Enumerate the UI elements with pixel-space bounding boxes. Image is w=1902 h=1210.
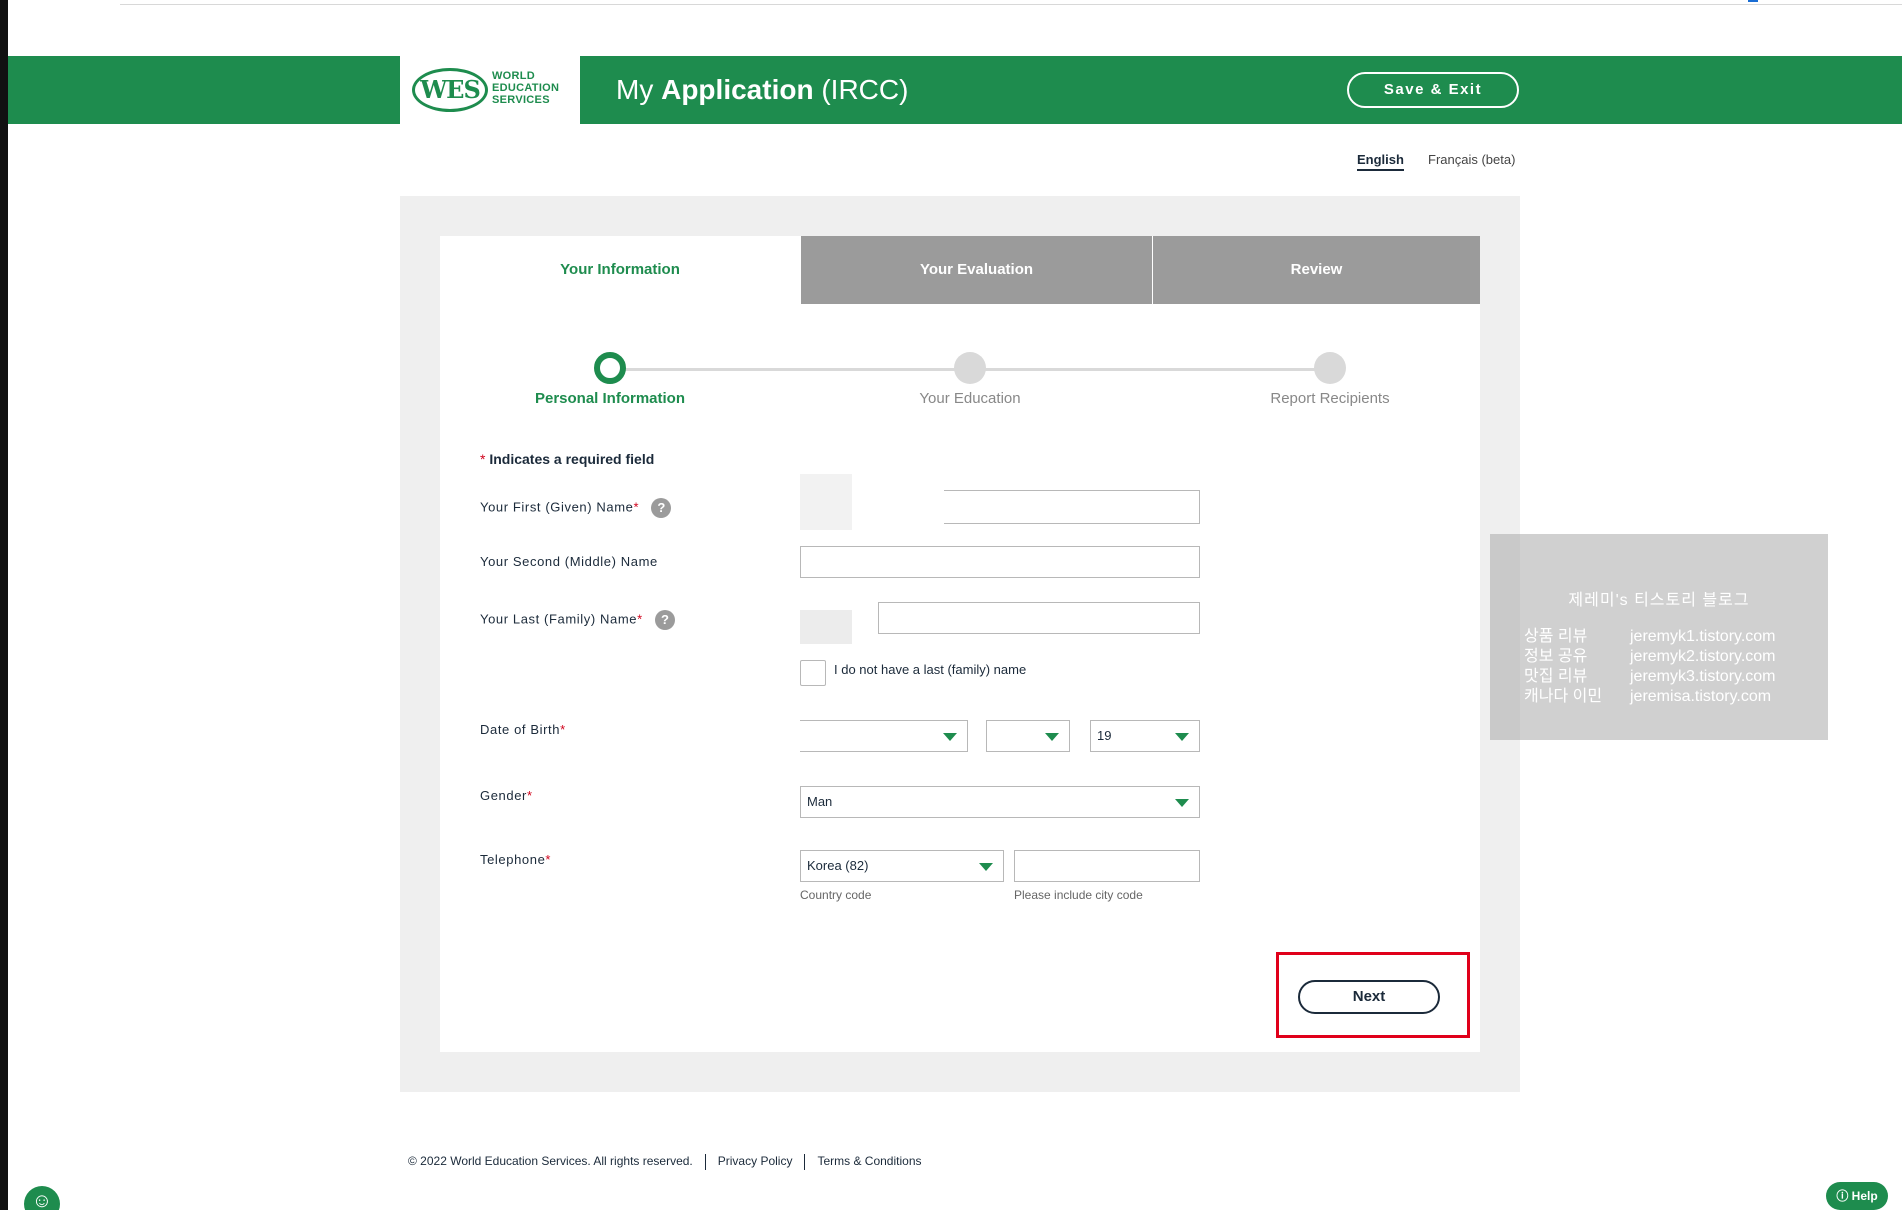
- wes-logo-text: WORLD EDUCATION SERVICES: [492, 70, 559, 106]
- required-star: *: [480, 451, 486, 467]
- footer-separator: [704, 1154, 706, 1170]
- required-star: *: [545, 852, 552, 867]
- page-title-prefix: My: [616, 74, 654, 105]
- phone-hint: Please include city code: [1014, 888, 1143, 902]
- required-star: *: [637, 611, 643, 627]
- country-code-value: Korea (82): [807, 858, 869, 873]
- required-star: *: [633, 499, 640, 515]
- middle-name-label: Your Second (Middle) Name: [480, 554, 658, 569]
- step-dot-report-recipients[interactable]: [1314, 352, 1346, 384]
- chevron-down-icon: [1175, 733, 1189, 741]
- page-title-suffix: (IRCC): [821, 74, 909, 105]
- dob-year-value: 19: [1097, 728, 1112, 743]
- chevron-down-icon: [1045, 733, 1059, 741]
- gender-label-text: Gender: [480, 788, 527, 803]
- last-name-help-icon[interactable]: ?: [654, 610, 675, 630]
- phone-number-field[interactable]: [1014, 850, 1200, 882]
- question-circle-icon: ⓘ: [1836, 1189, 1849, 1203]
- accessibility-person-icon[interactable]: ☺: [24, 1186, 60, 1210]
- required-note-text: Indicates a required field: [489, 451, 655, 467]
- save-exit-button[interactable]: Save & Exit: [1347, 72, 1519, 108]
- blog-watermark: 제레미's 티스토리 블로그 상품 리뷰 jeremyk1.tistory.com…: [1490, 534, 1828, 740]
- tab-your-information[interactable]: Your Information: [440, 236, 800, 304]
- redacted-area: [800, 474, 852, 530]
- top-scroll-indicator: [1748, 0, 1758, 2]
- step-label-personal-information: Personal Information: [534, 390, 686, 407]
- no-last-name-label: I do not have a last (family) name: [834, 662, 1027, 677]
- header-bar: [8, 56, 1902, 124]
- dob-label: Date of Birth*: [480, 722, 566, 737]
- telephone-label: Telephone*: [480, 852, 551, 867]
- dob-day-select[interactable]: [986, 720, 1070, 752]
- watermark-title: 제레미's 티스토리 블로그: [1568, 592, 1750, 609]
- terms-link[interactable]: Terms & Conditions: [817, 1154, 921, 1168]
- chevron-down-icon: [1175, 799, 1189, 807]
- gender-select[interactable]: Man: [800, 786, 1200, 818]
- next-button[interactable]: Next: [1298, 980, 1440, 1014]
- dob-year-select[interactable]: 19: [1090, 720, 1200, 752]
- step-dot-personal-information[interactable]: [594, 352, 626, 384]
- left-edge-bar: [0, 0, 8, 1210]
- watermark-key: 캐나다 이민: [1524, 688, 1603, 705]
- page-title: My Application (IRCC): [616, 72, 908, 108]
- first-name-field[interactable]: [944, 490, 1200, 524]
- required-star: *: [560, 722, 566, 737]
- middle-name-field[interactable]: [800, 546, 1200, 578]
- privacy-policy-link[interactable]: Privacy Policy: [718, 1154, 793, 1168]
- country-code-hint: Country code: [800, 888, 872, 902]
- stepper-line-2: [970, 368, 1330, 371]
- footer-separator: [804, 1154, 806, 1170]
- step-dot-your-education[interactable]: [954, 352, 986, 384]
- language-english-link[interactable]: English: [1357, 152, 1404, 171]
- gender-label: Gender*: [480, 788, 533, 803]
- last-name-field[interactable]: [878, 602, 1200, 634]
- logo-line-3: SERVICES: [492, 94, 550, 106]
- wes-logo-mark: WES: [412, 68, 488, 112]
- last-name-label: Your Last (Family) Name* ?: [480, 610, 675, 630]
- telephone-label-text: Telephone: [480, 852, 546, 867]
- footer-copyright: © 2022 World Education Services. All rig…: [408, 1154, 693, 1169]
- tab-your-evaluation[interactable]: Your Evaluation: [801, 236, 1152, 304]
- required-star: *: [526, 788, 533, 803]
- language-french-link[interactable]: Français (beta): [1428, 152, 1515, 167]
- chevron-down-icon: [943, 733, 957, 741]
- help-button-label: Help: [1851, 1189, 1878, 1203]
- wes-logo[interactable]: WES WORLD EDUCATION SERVICES: [400, 56, 580, 124]
- tab-review[interactable]: Review: [1153, 236, 1480, 304]
- no-last-name-checkbox[interactable]: [800, 660, 826, 686]
- first-name-help-icon[interactable]: ?: [651, 498, 672, 518]
- stepper-line-1: [610, 368, 970, 371]
- chevron-down-icon: [979, 863, 993, 871]
- watermark-row: 캐나다 이민 jeremisa.tistory.com: [1524, 682, 1771, 706]
- last-name-label-text: Your Last (Family) Name: [480, 611, 638, 627]
- required-field-note: * Indicates a required field: [480, 451, 654, 467]
- step-label-your-education: Your Education: [919, 390, 1021, 407]
- first-name-label: Your First (Given) Name* ?: [480, 498, 672, 518]
- first-name-label-text: Your First (Given) Name: [480, 499, 634, 515]
- help-button[interactable]: ⓘ Help: [1826, 1182, 1888, 1210]
- gender-value: Man: [807, 794, 833, 809]
- dob-month-select[interactable]: [800, 720, 968, 752]
- step-label-report-recipients: Report Recipients: [1270, 390, 1390, 407]
- logo-line-2: EDUCATION: [492, 82, 560, 94]
- page-footer: © 2022 World Education Services. All rig…: [408, 1154, 922, 1170]
- top-divider: [120, 4, 1902, 5]
- watermark-value: jeremisa.tistory.com: [1630, 688, 1772, 705]
- redacted-area: [800, 610, 852, 644]
- page-title-bold: Application: [661, 74, 814, 105]
- first-name-field-top-border: [944, 490, 1200, 491]
- logo-line-1: WORLD: [492, 70, 536, 82]
- dob-label-text: Date of Birth: [480, 722, 561, 737]
- country-code-select[interactable]: Korea (82): [800, 850, 1004, 882]
